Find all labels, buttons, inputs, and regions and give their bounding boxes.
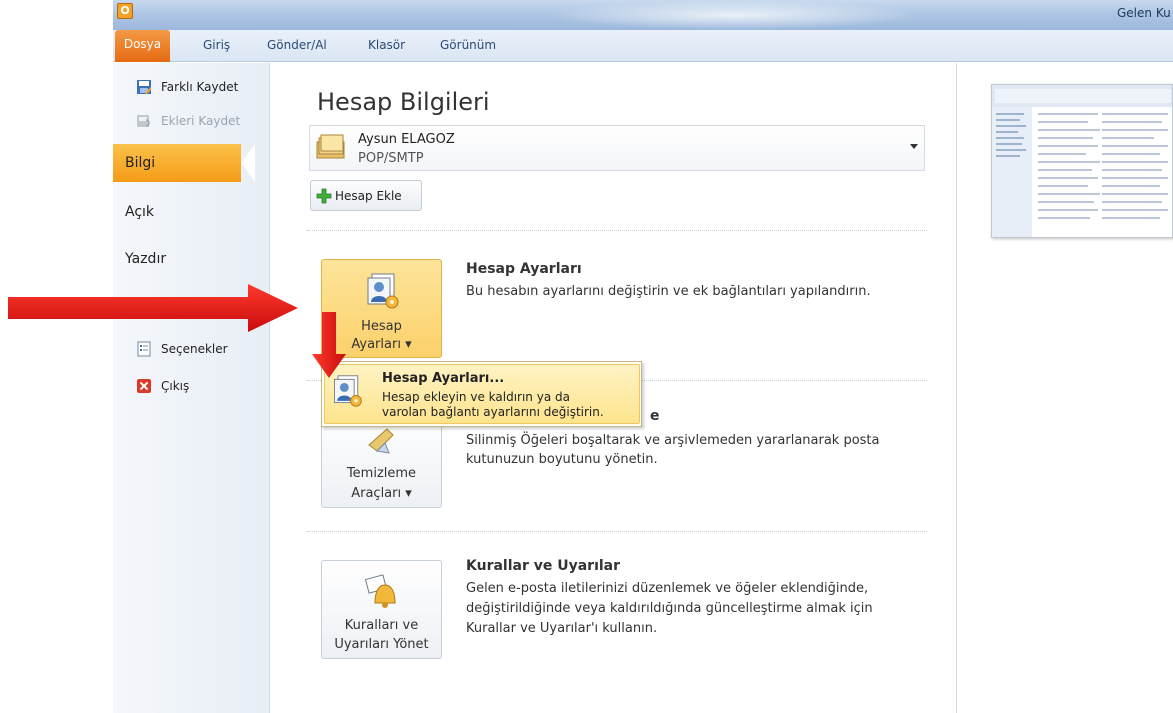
account-settings-icon <box>367 273 399 309</box>
backstage-nav: Farklı Kaydet Ekleri Kaydet Bilgi Açık Y… <box>113 63 270 713</box>
tab-folder[interactable]: Klasör <box>368 38 405 52</box>
active-tab-notch <box>241 144 255 182</box>
nav-tab-open[interactable]: Açık <box>113 193 270 231</box>
account-settings-menu-icon <box>334 375 362 407</box>
options-label: Seçenekler <box>161 342 228 356</box>
add-account-button[interactable]: Hesap Ekle <box>310 180 422 211</box>
add-account-label: Hesap Ekle <box>335 188 402 203</box>
exit-button[interactable]: Çıkış <box>136 376 189 396</box>
save-as-icon <box>137 80 151 94</box>
outlook-preview-thumbnail <box>991 84 1173 238</box>
cleanup-tools-desc-line2: kutunuzun boyutunu yönetin. <box>466 452 658 467</box>
ribbon-tab-bar: Giriş Gönder/Al Klasör Görünüm <box>113 30 1173 62</box>
options-icon <box>137 341 151 357</box>
account-type: POP/SMTP <box>358 151 424 166</box>
save-as-label: Farklı Kaydet <box>161 80 239 94</box>
exit-label: Çıkış <box>161 379 190 393</box>
preview-image <box>992 85 1172 237</box>
tab-send-receive[interactable]: Gönder/Al <box>267 38 327 52</box>
account-folder-icon <box>316 134 345 159</box>
chevron-down-icon <box>910 144 918 149</box>
nav-tab-info-label: Bilgi <box>125 155 156 171</box>
rules-alerts-desc-line2: değiştirildiğinde veya kaldırıldığında g… <box>466 601 873 616</box>
right-panel-separator <box>956 63 957 713</box>
section-divider <box>307 531 927 532</box>
menu-item-desc-line2: varolan bağlantı ayarlarını değiştirin. <box>382 405 604 419</box>
tab-view[interactable]: Görünüm <box>440 38 496 52</box>
rules-alerts-desc-line3: Kurallar ve Uyarılar'ı kullanın. <box>466 621 658 636</box>
save-as-button[interactable]: Farklı Kaydet <box>136 77 238 97</box>
page-title: Hesap Bilgileri <box>317 88 490 116</box>
nav-tab-open-label: Açık <box>125 204 155 220</box>
tab-file[interactable]: Dosya <box>115 30 170 62</box>
rules-alerts-desc-line1: Gelen e-posta iletilerinizi düzenlemek v… <box>466 581 869 596</box>
save-attachments-label: Ekleri Kaydet <box>161 114 241 128</box>
account-selector[interactable]: Aysun ELAGOZ POP/SMTP <box>309 125 925 171</box>
section-divider <box>307 230 927 231</box>
rules-alerts-bell-icon <box>364 574 396 608</box>
tab-home[interactable]: Giriş <box>203 38 230 52</box>
manage-rules-button-line2: Uyarıları Yönet <box>334 637 429 652</box>
outlook-backstage-window: O Gelen Ku Giriş Gönder/Al Klasör Görünü… <box>113 0 1173 713</box>
account-settings-title: Hesap Ayarları <box>466 261 582 277</box>
menu-item-desc-line1: Hesap ekleyin ve kaldırın ya da <box>382 390 570 404</box>
title-bar: O Gelen Ku <box>113 0 1173 30</box>
account-settings-desc: Bu hesabın ayarlarını değiştirin ve ek b… <box>466 284 871 299</box>
red-arrow-down-annotation <box>312 312 346 378</box>
cleanup-tools-desc-line1: Silinmiş Öğeleri boşaltarak ve arşivleme… <box>466 433 880 448</box>
exit-icon <box>137 379 151 393</box>
cleanup-tools-button-line1: Temizleme <box>346 466 417 481</box>
nav-tab-print-label: Yazdır <box>125 251 167 267</box>
plus-icon <box>316 188 332 203</box>
cleanup-tools-button-line2: Araçları ▾ <box>351 486 412 501</box>
outlook-app-icon[interactable]: O <box>117 3 133 19</box>
title-bar-sheen <box>543 0 923 30</box>
options-button[interactable]: Seçenekler <box>136 339 228 359</box>
manage-rules-button-line1: Kuralları ve <box>344 618 419 633</box>
nav-tab-print[interactable]: Yazdır <box>113 240 270 278</box>
rules-alerts-title: Kurallar ve Uyarılar <box>466 558 621 574</box>
save-attachments-button[interactable]: Ekleri Kaydet <box>136 111 240 131</box>
menu-item-title: Hesap Ayarları... <box>382 371 505 386</box>
red-arrow-right-annotation <box>8 284 298 332</box>
cleanup-tools-title: e <box>650 408 660 424</box>
account-name: Aysun ELAGOZ <box>358 132 455 147</box>
account-settings-menu-item[interactable]: Hesap Ayarları... Hesap ekleyin ve kaldı… <box>324 364 640 424</box>
manage-rules-alerts-button[interactable]: Kuralları ve Uyarıları Yönet <box>321 560 442 659</box>
window-title: Gelen Ku <box>1117 6 1171 20</box>
nav-tab-info[interactable]: Bilgi <box>113 144 255 182</box>
account-settings-dropdown: Hesap Ayarları... Hesap ekleyin ve kaldı… <box>321 361 642 427</box>
save-attachments-icon <box>137 115 150 127</box>
